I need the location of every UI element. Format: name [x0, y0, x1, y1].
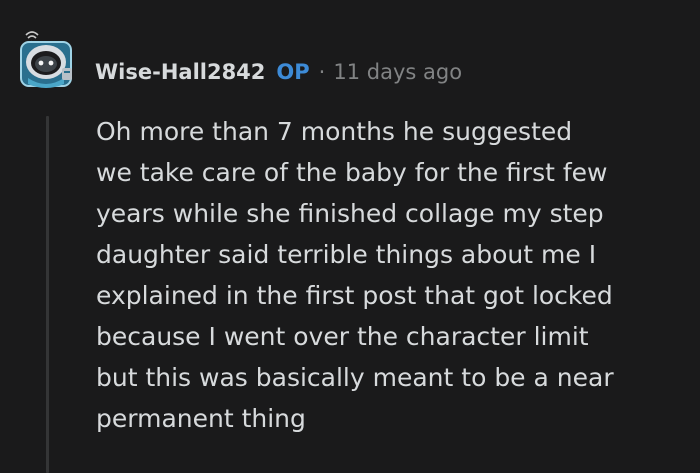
comment-body-line: because I went over the character limit	[96, 322, 589, 351]
comment-body-line: permanent thing	[96, 404, 306, 433]
comment-timestamp[interactable]: 11 days ago	[333, 60, 462, 84]
op-badge: OP	[276, 60, 310, 84]
comment-body-line: but this was basically meant to be a nea…	[96, 363, 614, 392]
comment-body-line: daughter said terrible things about me I	[96, 240, 597, 269]
thread-collapse-line[interactable]	[46, 116, 49, 473]
snoo-avatar-icon	[20, 31, 72, 88]
comment-meta: Wise-Hall2842 OP · 11 days ago	[95, 56, 462, 88]
meta-separator: ·	[318, 60, 326, 84]
comment-body-line: Oh more than 7 months he suggested	[96, 117, 573, 146]
comment: Wise-Hall2842 OP · 11 days ago Oh more t…	[0, 0, 700, 473]
comment-body: Oh more than 7 months he suggested we ta…	[96, 111, 691, 439]
comment-body-line: we take care of the baby for the first f…	[96, 158, 608, 187]
avatar[interactable]	[18, 28, 80, 90]
comment-body-line: explained in the first post that got loc…	[96, 281, 613, 310]
username-link[interactable]: Wise-Hall2842	[95, 60, 265, 84]
comment-body-line: years while she finished collage my step	[96, 199, 604, 228]
